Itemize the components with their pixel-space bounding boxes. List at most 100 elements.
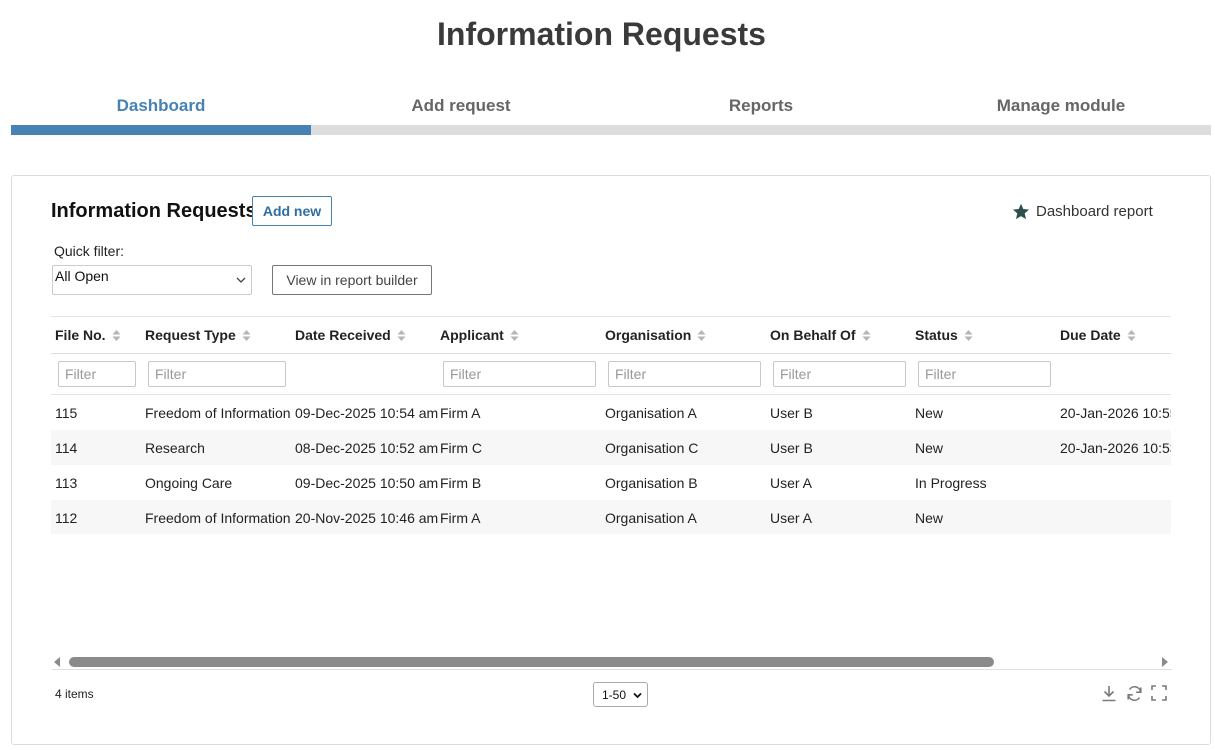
refresh-icon[interactable] [1126, 685, 1151, 703]
sort-icon [1127, 329, 1136, 341]
cell-request-type: Ongoing Care [145, 475, 233, 491]
cell-request-type: Freedom of Information [145, 510, 291, 526]
page-title: Information Requests [437, 16, 766, 52]
module-tabs: Dashboard Add request Reports Manage mod… [11, 90, 1211, 135]
star-icon [1012, 203, 1030, 220]
scrollbar-thumb[interactable] [69, 657, 994, 667]
table-row[interactable]: 112 Freedom of Information 20-Nov-2025 1… [51, 500, 1171, 534]
quick-filter-select[interactable]: All Open [52, 265, 252, 295]
tab-add-request-label: Add request [411, 96, 511, 115]
add-new-button[interactable]: Add new [252, 196, 332, 226]
cell-applicant: Firm A [440, 405, 481, 421]
cell-status: New [915, 405, 944, 421]
cell-status: New [915, 510, 944, 526]
column-header-label: Applicant [440, 327, 504, 343]
tab-add-request[interactable]: Add request [311, 90, 611, 135]
column-header-label: Request Type [145, 327, 236, 343]
dashboard-report-label: Dashboard report [1036, 203, 1153, 220]
horizontal-scrollbar[interactable] [52, 656, 1172, 672]
table-row[interactable]: 115 Freedom of Information 09-Dec-2025 1… [51, 395, 1171, 430]
column-header-due-date[interactable]: Due Date [1060, 327, 1136, 343]
tab-reports[interactable]: Reports [611, 90, 911, 135]
cell-due-date: 20-Jan-2026 10:53 [1060, 440, 1171, 456]
column-header-label: File No. [55, 327, 106, 343]
cell-on-behalf-of: User B [770, 440, 813, 456]
panel-title: Information Requests [51, 200, 257, 222]
cell-on-behalf-of: User A [770, 510, 813, 526]
column-header-organisation[interactable]: Organisation [605, 327, 706, 343]
grid-toolbar [1101, 685, 1176, 703]
quick-filter-label: Quick filter: [54, 243, 125, 259]
column-header-label: On Behalf Of [770, 327, 856, 343]
sort-icon [510, 329, 519, 341]
cell-organisation: Organisation B [605, 475, 698, 491]
tab-manage-module-indicator [911, 125, 1211, 135]
page-size-select[interactable]: 1-50 [593, 682, 648, 707]
sort-icon [112, 329, 121, 341]
requests-grid: File No. Request Type Date Received Appl… [51, 316, 1171, 534]
cell-file-no: 112 [55, 510, 78, 526]
cell-organisation: Organisation A [605, 405, 697, 421]
cell-applicant: Firm C [440, 440, 482, 456]
item-count: 4 items [55, 687, 94, 701]
tab-dashboard[interactable]: Dashboard [11, 90, 311, 135]
fullscreen-icon[interactable] [1151, 685, 1176, 703]
cell-date-received: 08-Dec-2025 10:52 am [295, 440, 439, 456]
file-no-filter-input[interactable] [58, 361, 136, 387]
grid-filter-row [51, 354, 1171, 395]
requests-panel: Information Requests Add new Dashboard r… [11, 175, 1211, 745]
status-filter-input[interactable] [918, 361, 1051, 387]
cell-request-type: Freedom of Information [145, 405, 291, 421]
tab-manage-module[interactable]: Manage module [911, 90, 1211, 135]
view-in-report-builder-button[interactable]: View in report builder [272, 265, 432, 295]
sort-icon [397, 329, 406, 341]
cell-organisation: Organisation C [605, 440, 699, 456]
cell-applicant: Firm A [440, 510, 481, 526]
tab-dashboard-indicator [11, 125, 311, 135]
scroll-left-icon[interactable] [52, 656, 62, 668]
cell-on-behalf-of: User B [770, 405, 813, 421]
tab-manage-module-label: Manage module [996, 96, 1126, 115]
column-header-status[interactable]: Status [915, 327, 973, 343]
scrollbar-track [52, 669, 1172, 670]
table-row[interactable]: 113 Ongoing Care 09-Dec-2025 10:50 am Fi… [51, 465, 1171, 500]
tab-add-request-indicator [311, 125, 611, 135]
sort-icon [862, 329, 871, 341]
dashboard-report-link[interactable]: Dashboard report [1012, 203, 1153, 220]
cell-file-no: 115 [55, 405, 78, 421]
tab-reports-label: Reports [728, 96, 794, 115]
applicant-filter-input[interactable] [443, 361, 596, 387]
cell-on-behalf-of: User A [770, 475, 813, 491]
sort-icon [964, 329, 973, 341]
column-header-label: Status [915, 327, 958, 343]
chevron-down-icon [236, 277, 246, 283]
cell-file-no: 113 [55, 475, 78, 491]
scroll-right-icon[interactable] [1160, 656, 1170, 668]
cell-date-received: 09-Dec-2025 10:54 am [295, 405, 439, 421]
cell-file-no: 114 [55, 440, 78, 456]
quick-filter-value: All Open [55, 268, 109, 284]
sort-icon [697, 329, 706, 341]
organisation-filter-input[interactable] [608, 361, 761, 387]
cell-status: In Progress [915, 475, 987, 491]
column-header-applicant[interactable]: Applicant [440, 327, 519, 343]
page-size-value: 1-50 [602, 688, 627, 702]
cell-request-type: Research [145, 440, 205, 456]
cell-applicant: Firm B [440, 475, 482, 491]
grid-header-row: File No. Request Type Date Received Appl… [51, 316, 1171, 354]
column-header-date-received[interactable]: Date Received [295, 327, 406, 343]
cell-date-received: 20-Nov-2025 10:46 am [295, 510, 439, 526]
column-header-file-no[interactable]: File No. [55, 327, 121, 343]
table-row[interactable]: 114 Research 08-Dec-2025 10:52 am Firm C… [51, 430, 1171, 465]
column-header-label: Organisation [605, 327, 692, 343]
sort-icon [242, 329, 251, 341]
request-type-filter-input[interactable] [148, 361, 286, 387]
column-header-on-behalf-of[interactable]: On Behalf Of [770, 327, 871, 343]
on-behalf-of-filter-input[interactable] [773, 361, 906, 387]
cell-due-date: 20-Jan-2026 10:55 [1060, 405, 1171, 421]
cell-date-received: 09-Dec-2025 10:50 am [295, 475, 439, 491]
download-icon[interactable] [1101, 685, 1126, 703]
column-header-label: Date Received [295, 327, 391, 343]
column-header-request-type[interactable]: Request Type [145, 327, 251, 343]
cell-status: New [915, 440, 944, 456]
